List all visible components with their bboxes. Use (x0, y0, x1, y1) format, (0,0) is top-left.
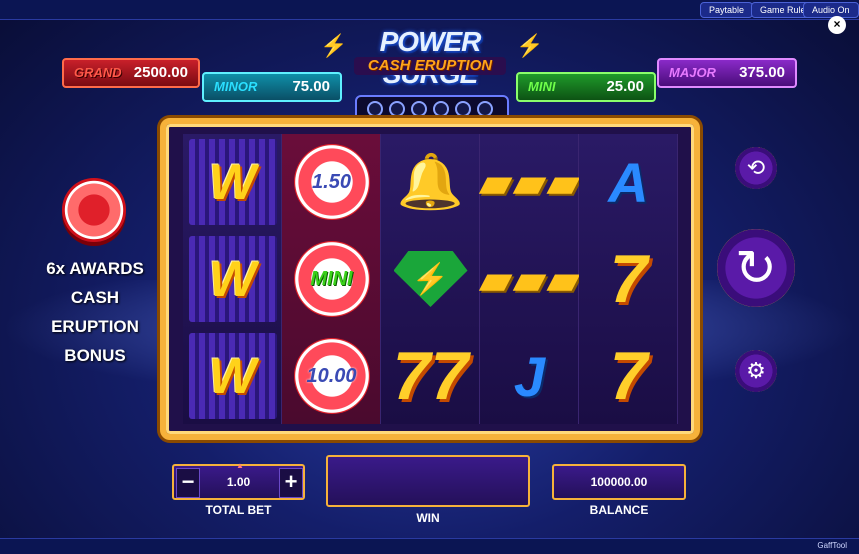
reel-grid: W W W 1.50 MINI 10.00 🔔 ⚡ 77 ▰▰▰ ▰▰▰ J A… (183, 134, 678, 424)
jackpot-minor-label: MINOR (214, 79, 258, 94)
reel-5: A 7 7 (579, 134, 678, 424)
gear-icon: ⚙ (746, 358, 766, 383)
a-symbol: A (608, 150, 649, 214)
total-bet-panel: ▲ − 1.00 + (172, 461, 305, 500)
bell-icon: 🔔 (396, 151, 465, 212)
jackpot-grand: GRAND 2500.00 (62, 58, 200, 88)
bonus-info: 6x AWARDS CASH ERUPTION BONUS (30, 254, 160, 370)
jackpot-major: MAJOR 375.00 (657, 58, 797, 88)
spin-icon: ↻ (735, 240, 777, 296)
bonus-line-1: 6x AWARDS (46, 259, 144, 278)
wild-symbol: W (188, 333, 277, 419)
jackpot-mini: MINI 25.00 (516, 72, 656, 102)
lightning-icon: ⚡ (320, 33, 348, 58)
cash-chip-symbol: 10.00 (293, 338, 370, 414)
gafftool-link[interactable]: GaffTool (817, 541, 847, 550)
win-label: WIN (416, 511, 440, 525)
jackpot-mini-value: 25.00 (606, 78, 644, 95)
progress-dot (455, 101, 471, 117)
seven-symbol: 7 (609, 241, 648, 317)
reel-4: ▰▰▰ ▰▰▰ J (478, 134, 581, 424)
jackpot-minor: MINOR 75.00 (202, 72, 342, 102)
j-symbol: J (513, 344, 546, 408)
progress-dot (411, 101, 427, 117)
double-seven-symbol: 77 (392, 338, 469, 414)
bottom-bar: GaffTool (0, 538, 859, 554)
bet-caret-icon: ▲ (236, 461, 244, 470)
jackpot-grand-label: GRAND (74, 65, 122, 80)
win-panel (326, 455, 530, 507)
autoplay-button[interactable]: ⟲ (735, 147, 777, 189)
reel-1: W W W (183, 134, 282, 424)
seven-symbol: 7 (609, 338, 648, 414)
cash-eruption-chip-icon (62, 178, 126, 242)
reel-2: 1.50 MINI 10.00 (282, 134, 381, 424)
jackpot-grand-value: 2500.00 (133, 64, 188, 81)
cash-chip-symbol: 1.50 (293, 144, 370, 220)
top-bar: Paytable Game Rules Audio On (0, 0, 859, 20)
progress-dot (477, 101, 493, 117)
gold-bars-icon: ▰▰▰ (478, 254, 581, 304)
balance-label: BALANCE (589, 503, 649, 517)
jackpot-mini-label: MINI (528, 79, 556, 94)
progress-dot (389, 101, 405, 117)
lightning-gem-icon: ⚡ (393, 251, 468, 307)
settings-button[interactable]: ⚙ (735, 350, 777, 392)
bet-decrease-button[interactable]: − (176, 468, 200, 498)
audio-toggle-button[interactable]: Audio On (803, 2, 859, 18)
gold-bars-icon: ▰▰▰ (478, 157, 581, 207)
autoplay-icon: ⟲ (746, 155, 766, 180)
spin-button[interactable]: ↻ (717, 229, 795, 307)
total-bet-label: TOTAL BET (205, 503, 272, 517)
progress-dot (367, 101, 383, 117)
reel-3: 🔔 ⚡ 77 (381, 134, 480, 424)
bonus-line-3: BONUS (64, 346, 126, 365)
mini-chip-symbol: MINI (293, 241, 370, 317)
jackpot-minor-value: 75.00 (292, 78, 330, 95)
bet-increase-button[interactable]: + (279, 468, 303, 498)
progress-dot (433, 101, 449, 117)
jackpot-major-label: MAJOR (669, 65, 716, 80)
lightning-icon: ⚡ (516, 33, 544, 58)
game-subtitle: CASH ERUPTION (354, 57, 506, 75)
jackpot-major-value: 375.00 (739, 64, 785, 81)
close-button[interactable]: × (828, 16, 846, 34)
paytable-button[interactable]: Paytable (700, 2, 754, 18)
wild-symbol: W (188, 236, 277, 322)
balance-value: 100000.00 (552, 464, 686, 500)
bonus-line-2: CASH ERUPTION (51, 288, 139, 336)
wild-symbol: W (188, 139, 277, 225)
bet-value: 1.00 (226, 475, 251, 489)
